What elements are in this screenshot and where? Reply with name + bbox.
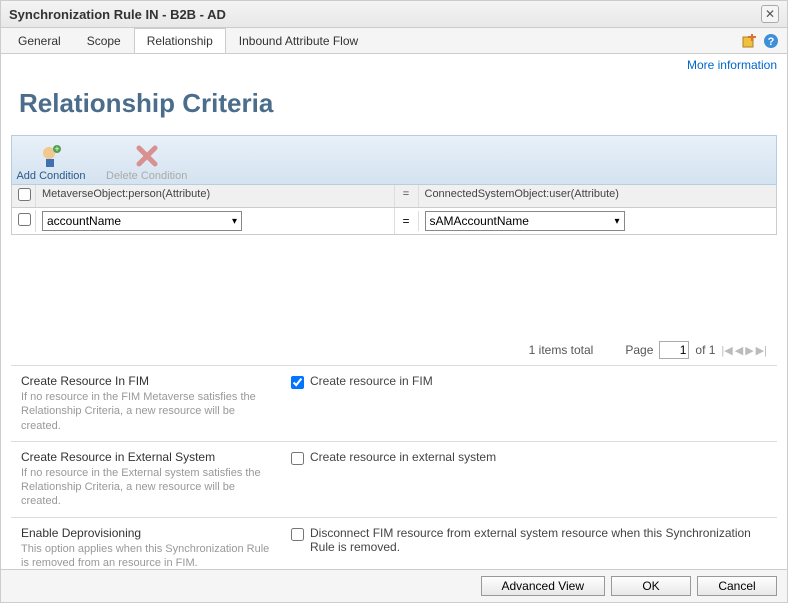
delete-condition-icon <box>134 142 160 170</box>
new-item-icon[interactable] <box>741 33 757 49</box>
tab-general[interactable]: General <box>5 28 74 53</box>
criteria-toolbar: + Add Condition Delete Condition <box>11 135 777 185</box>
close-icon: ✕ <box>765 7 775 21</box>
metaverse-attribute-value: accountName <box>47 214 121 228</box>
page-input[interactable] <box>659 341 689 359</box>
tab-bar: General Scope Relationship Inbound Attri… <box>1 28 787 54</box>
window-title: Synchronization Rule IN - B2B - AD <box>9 7 226 22</box>
svg-text:?: ? <box>768 36 775 48</box>
metaverse-attribute-select[interactable]: accountName ▾ <box>42 211 242 231</box>
select-all-checkbox[interactable] <box>18 188 31 201</box>
deprov-checkbox[interactable] <box>291 528 304 541</box>
delete-condition-label: Delete Condition <box>106 170 187 182</box>
help-icon[interactable]: ? <box>763 33 779 49</box>
section-heading: Relationship Criteria <box>11 76 777 135</box>
tab-relationship[interactable]: Relationship <box>134 28 226 53</box>
more-info-link[interactable]: More information <box>687 58 777 72</box>
create-ext-check-label: Create resource in external system <box>310 450 496 464</box>
create-fim-check-label: Create resource in FIM <box>310 374 433 388</box>
page-of: of 1 <box>695 343 715 357</box>
deprov-desc: This option applies when this Synchroniz… <box>21 542 271 571</box>
add-condition-button[interactable]: + Add Condition <box>16 142 86 182</box>
option-create-fim: Create Resource In FIM If no resource in… <box>11 365 777 441</box>
criteria-grid-header: MetaverseObject:person(Attribute) = Conn… <box>11 185 777 208</box>
option-create-external: Create Resource in External System If no… <box>11 441 777 517</box>
connected-attribute-value: sAMAccountName <box>430 214 529 228</box>
chevron-down-icon: ▾ <box>232 216 237 227</box>
svg-text:+: + <box>54 144 59 154</box>
pager: 1 items total Page of 1 |◀ ◀ ▶ ▶| <box>11 335 777 365</box>
page-label: Page <box>625 343 653 357</box>
deprov-title: Enable Deprovisioning <box>21 526 271 540</box>
deprov-check-label: Disconnect FIM resource from external sy… <box>310 526 767 554</box>
add-condition-icon: + <box>37 142 65 170</box>
create-fim-title: Create Resource In FIM <box>21 374 271 388</box>
tab-scope[interactable]: Scope <box>74 28 134 53</box>
chevron-down-icon: ▾ <box>614 216 619 227</box>
title-bar: Synchronization Rule IN - B2B - AD ✕ <box>1 1 787 28</box>
delete-condition-button: Delete Condition <box>106 142 187 182</box>
create-fim-checkbox[interactable] <box>291 376 304 389</box>
connected-attribute-select[interactable]: sAMAccountName ▾ <box>425 211 625 231</box>
row-checkbox[interactable] <box>18 213 31 226</box>
dialog-footer: Advanced View OK Cancel <box>1 569 787 602</box>
create-ext-desc: If no resource in the External system sa… <box>21 466 271 509</box>
add-condition-label: Add Condition <box>16 170 85 182</box>
ok-button[interactable]: OK <box>611 576 691 596</box>
pager-first-icon[interactable]: |◀ <box>721 344 732 357</box>
tab-inbound[interactable]: Inbound Attribute Flow <box>226 28 371 53</box>
advanced-view-button[interactable]: Advanced View <box>481 576 606 596</box>
row-equals: = <box>395 211 419 231</box>
pager-prev-icon[interactable]: ◀ <box>735 344 743 357</box>
pager-next-icon[interactable]: ▶ <box>745 344 753 357</box>
header-connected: ConnectedSystemObject:user(Attribute) <box>419 185 777 207</box>
create-fim-desc: If no resource in the FIM Metaverse sati… <box>21 390 271 433</box>
close-button[interactable]: ✕ <box>761 5 779 23</box>
create-ext-checkbox[interactable] <box>291 452 304 465</box>
create-ext-title: Create Resource in External System <box>21 450 271 464</box>
pager-last-icon[interactable]: ▶| <box>756 344 767 357</box>
items-total: 1 items total <box>529 343 594 357</box>
more-info-row: More information <box>1 54 787 76</box>
criteria-row: accountName ▾ = sAMAccountName ▾ <box>11 208 777 235</box>
cancel-button[interactable]: Cancel <box>697 576 777 596</box>
header-metaverse: MetaverseObject:person(Attribute) <box>36 185 395 207</box>
header-equals: = <box>395 185 419 207</box>
